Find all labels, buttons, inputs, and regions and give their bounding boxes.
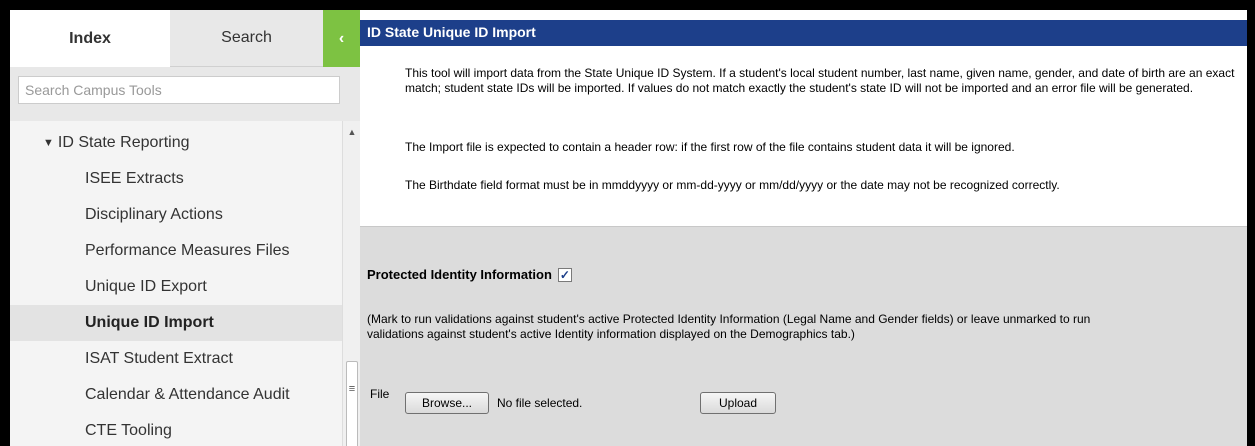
pii-label: Protected Identity Information bbox=[367, 267, 552, 282]
pii-note: (Mark to run validations against student… bbox=[367, 312, 1091, 341]
scroll-up-icon[interactable]: ▲ bbox=[343, 127, 360, 137]
checkmark-icon: ✓ bbox=[559, 267, 570, 282]
tree-item-isee-extracts[interactable]: ISEE Extracts bbox=[10, 161, 342, 197]
tree-item-cte-tooling[interactable]: CTE Tooling bbox=[10, 413, 342, 446]
tool-tree: ▼ ID State Reporting ISEE Extracts Disci… bbox=[10, 121, 342, 446]
tree-item-disciplinary-actions[interactable]: Disciplinary Actions bbox=[10, 197, 342, 233]
search-area bbox=[10, 67, 360, 121]
tree-item-label: Disciplinary Actions bbox=[85, 206, 223, 223]
tree-section-label: ID State Reporting bbox=[57, 134, 190, 151]
tree-item-label: Unique ID Import bbox=[85, 314, 214, 331]
description-paragraph-3: The Birthdate field format must be in mm… bbox=[405, 178, 1060, 192]
tab-search[interactable]: Search bbox=[170, 10, 323, 67]
tree-item-performance-measures-files[interactable]: Performance Measures Files bbox=[10, 233, 342, 269]
scroll-thumb[interactable] bbox=[346, 361, 358, 446]
file-status: No file selected. bbox=[497, 396, 583, 410]
tree-item-label: ISEE Extracts bbox=[85, 170, 184, 187]
window-border bbox=[1247, 10, 1255, 446]
main-panel: ID State Unique ID Import This tool will… bbox=[360, 10, 1255, 446]
scroll-grip-icon: ≡ bbox=[348, 383, 356, 395]
file-row: File Browse... No file selected. Upload bbox=[367, 384, 967, 414]
sidebar: Index Search ‹ ▼ ID State Reporting ISEE… bbox=[10, 10, 360, 446]
description-paragraph-2: The Import file is expected to contain a… bbox=[405, 140, 1015, 154]
sidebar-tabs: Index Search ‹ bbox=[10, 10, 360, 67]
pii-checkbox[interactable]: ✓ bbox=[557, 267, 572, 282]
tree-scrollbar[interactable]: ▲ ≡ bbox=[342, 121, 360, 446]
tree-item-label: CTE Tooling bbox=[85, 422, 172, 439]
file-label: File bbox=[370, 387, 390, 401]
description-paragraph-1: This tool will import data from the Stat… bbox=[405, 66, 1235, 95]
browse-button[interactable]: Browse... bbox=[405, 392, 489, 414]
expand-arrow-icon: ▼ bbox=[43, 137, 54, 149]
page-title: ID State Unique ID Import bbox=[360, 20, 1247, 46]
tree-item-label: ISAT Student Extract bbox=[85, 350, 233, 367]
import-form: Protected Identity Information ✓ (Mark t… bbox=[360, 226, 1247, 446]
tree-item-unique-id-export[interactable]: Unique ID Export bbox=[10, 269, 342, 305]
tree-section-id-state-reporting[interactable]: ▼ ID State Reporting bbox=[10, 125, 342, 161]
chevron-left-icon: ‹ bbox=[338, 29, 345, 47]
tree-item-label: Calendar & Attendance Audit bbox=[85, 386, 290, 403]
collapse-sidebar-button[interactable]: ‹ bbox=[323, 10, 360, 67]
tree-item-calendar-attendance-audit[interactable]: Calendar & Attendance Audit bbox=[10, 377, 342, 413]
search-input[interactable] bbox=[18, 76, 340, 104]
tree-item-isat-student-extract[interactable]: ISAT Student Extract bbox=[10, 341, 342, 377]
tree-item-label: Performance Measures Files bbox=[85, 242, 290, 259]
pii-row: Protected Identity Information ✓ bbox=[367, 267, 572, 282]
tree-item-label: Unique ID Export bbox=[85, 278, 207, 295]
upload-button[interactable]: Upload bbox=[700, 392, 776, 414]
tab-index[interactable]: Index bbox=[10, 10, 170, 67]
tree-item-unique-id-import[interactable]: Unique ID Import bbox=[10, 305, 342, 341]
